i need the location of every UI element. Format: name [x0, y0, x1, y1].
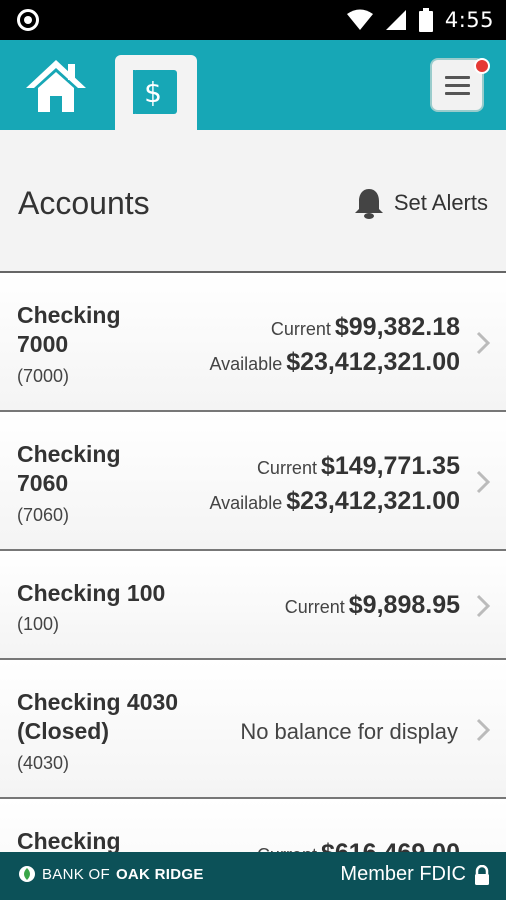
chevron-right-icon — [476, 331, 491, 355]
notification-badge — [474, 58, 490, 74]
account-name-line: Checking 4030 — [17, 689, 179, 715]
current-balance: Current $9,898.95 — [285, 591, 460, 620]
bank-name: OAK RIDGE — [115, 865, 204, 883]
account-row-partial[interactable]: Checking Current $616,469.00 — [0, 799, 506, 853]
available-balance: Available $23,412,321.00 — [209, 348, 460, 377]
lock-icon — [475, 864, 489, 885]
current-label: Current — [270, 319, 331, 339]
menu-icon — [445, 76, 470, 100]
bank-logo: BANK OF OAK RIDGE — [18, 865, 204, 883]
current-balance: Current $616,469.00 — [257, 839, 460, 853]
account-row-7060[interactable]: Checking 7060 (7060) Current $149,771.35… — [0, 412, 506, 551]
set-alerts-button[interactable]: Set Alerts — [354, 187, 488, 219]
chevron-right-icon — [476, 470, 491, 494]
available-amount: $23,412,321.00 — [286, 487, 460, 515]
leaf-logo-icon — [19, 866, 35, 882]
footer: BANK OF OAK RIDGE Member FDIC — [0, 852, 506, 900]
current-label: Current — [284, 597, 345, 617]
account-name-line: 7060 — [17, 470, 69, 496]
account-number: (7060) — [17, 505, 70, 525]
account-name: Checking — [17, 827, 121, 853]
battery-icon — [418, 8, 433, 32]
chevron-right-icon — [476, 594, 491, 618]
account-name-line: Checking — [17, 828, 121, 853]
account-name: Checking 7000 — [17, 301, 121, 359]
account-name: Checking 4030 (Closed) — [17, 688, 178, 746]
account-row-4030[interactable]: Checking 4030 (Closed) (4030) No balance… — [0, 660, 506, 799]
account-number: (4030) — [17, 753, 70, 773]
cell-signal-icon — [385, 10, 406, 30]
account-row-100[interactable]: Checking 100 (100) Current $9,898.95 — [0, 551, 506, 660]
account-list: Checking 7000 (7000) Current $99,382.18 … — [0, 273, 506, 853]
account-name: Checking 100 — [17, 579, 165, 608]
current-balance: Current $149,771.35 — [257, 452, 460, 481]
status-icons: 4:55 — [346, 6, 494, 34]
account-name-line: Checking — [17, 302, 121, 328]
account-name-line: (Closed) — [17, 718, 109, 744]
bell-icon — [354, 189, 383, 219]
current-amount: $149,771.35 — [320, 452, 460, 480]
available-label: Available — [209, 354, 283, 374]
svg-text:$: $ — [144, 76, 162, 109]
account-name-line: Checking — [17, 441, 121, 467]
account-name: Checking 7060 — [17, 440, 121, 498]
status-bar: 4:55 — [0, 0, 506, 40]
bank-name-prefix: BANK OF — [42, 865, 110, 883]
money-icon: $ — [133, 70, 177, 114]
page-title: Accounts — [18, 185, 150, 221]
tab-accounts[interactable]: $ — [115, 55, 197, 130]
home-icon — [26, 60, 86, 112]
available-balance: Available $23,412,321.00 — [209, 487, 460, 516]
available-amount: $23,412,321.00 — [286, 348, 460, 376]
account-name-line: Checking 100 — [17, 580, 166, 606]
set-alerts-label: Set Alerts — [393, 190, 488, 215]
account-number: (7000) — [17, 366, 70, 386]
home-button[interactable] — [24, 56, 88, 116]
current-amount: $9,898.95 — [348, 591, 460, 619]
current-amount: $99,382.18 — [334, 313, 460, 341]
current-balance: Current $99,382.18 — [271, 313, 460, 342]
no-balance-text: No balance for display — [240, 719, 458, 744]
clock: 4:55 — [444, 8, 494, 32]
chevron-right-icon — [476, 718, 491, 742]
account-name-line: 7000 — [17, 331, 69, 357]
account-row-7000[interactable]: Checking 7000 (7000) Current $99,382.18 … — [0, 273, 506, 412]
wifi-icon — [346, 9, 373, 30]
available-label: Available — [209, 493, 283, 513]
app-bar: $ — [0, 40, 506, 130]
accounts-header: Accounts Set Alerts — [0, 130, 506, 273]
fdic-label: Member FDIC — [340, 863, 466, 885]
account-number: (100) — [17, 614, 60, 634]
notification-icon — [17, 9, 39, 31]
current-label: Current — [256, 458, 317, 478]
current-amount: $616,469.00 — [320, 839, 460, 853]
member-fdic: Member FDIC — [340, 863, 490, 886]
